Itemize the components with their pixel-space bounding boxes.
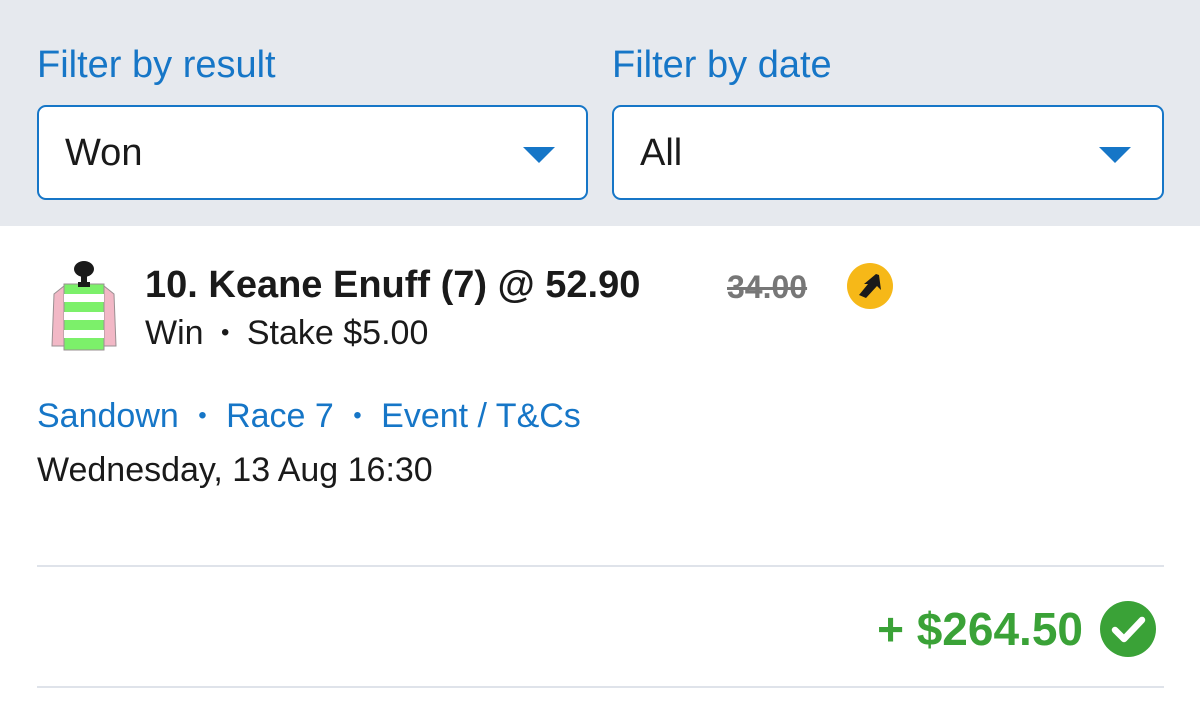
payout-amount: + $264.50 [877, 603, 1083, 655]
bet-selection-title: 10. Keane Enuff (7) @ 52.90 [145, 264, 641, 306]
bet-details: Win • Stake $5.00 [145, 313, 428, 353]
separator-dot: • [198, 402, 207, 429]
filter-bar: Filter by result Won Filter by date All [0, 0, 1200, 226]
caret-down-icon [1099, 147, 1131, 163]
race-link[interactable]: Race 7 [226, 397, 334, 435]
event-links: Sandown • Race 7 • Event / T&Cs [37, 396, 581, 436]
separator-dot: • [221, 319, 230, 346]
filter-date-label: Filter by date [612, 44, 832, 86]
filter-result-select[interactable]: Won [37, 105, 588, 200]
odds-boost-arrow-icon [847, 263, 893, 309]
bet-stake: Stake $5.00 [246, 314, 429, 352]
check-circle-icon [1100, 601, 1156, 657]
separator-dot: • [353, 402, 362, 429]
previous-odds: 34.00 [727, 269, 808, 305]
divider [37, 686, 1164, 688]
filter-result-label: Filter by result [37, 44, 276, 86]
divider [37, 565, 1164, 567]
venue-link[interactable]: Sandown [37, 397, 179, 435]
filter-date-select[interactable]: All [612, 105, 1164, 200]
filter-result-value: Won [65, 132, 143, 174]
event-datetime: Wednesday, 13 Aug 16:30 [37, 451, 433, 489]
event-terms-link[interactable]: Event / T&Cs [381, 397, 581, 435]
caret-down-icon [523, 147, 555, 163]
bet-type: Win [145, 314, 204, 352]
jockey-silks-icon [51, 261, 117, 351]
filter-date-value: All [640, 132, 683, 174]
